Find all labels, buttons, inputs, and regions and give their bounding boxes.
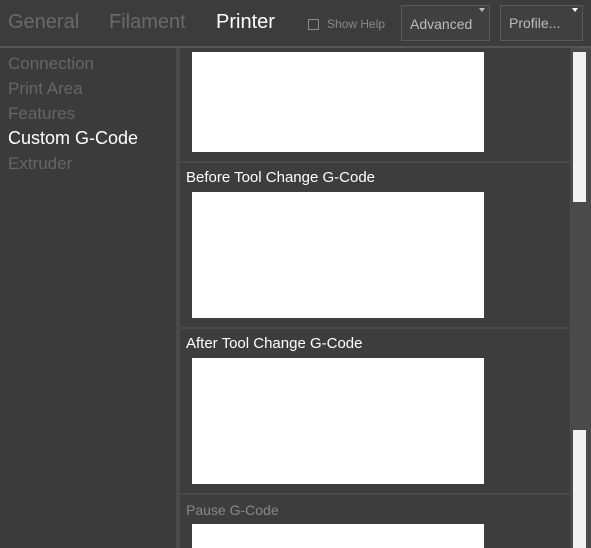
after-tool-change-gcode-textarea[interactable] <box>192 358 484 484</box>
sidebar-item-features[interactable]: Features <box>8 104 75 124</box>
settings-sidebar: Connection Print Area Features Custom G-… <box>0 48 176 548</box>
scrollbar-thumb-lower[interactable] <box>573 430 586 548</box>
before-tool-change-gcode-textarea[interactable] <box>192 192 484 318</box>
show-help-toggle[interactable]: Show Help <box>308 17 385 31</box>
show-help-checkbox[interactable] <box>308 18 319 30</box>
scrollbar-thumb-upper[interactable] <box>573 52 586 202</box>
profile-button-label: Profile... <box>509 15 561 31</box>
advanced-button[interactable]: Advanced <box>401 5 490 41</box>
top-bar: General Filament Printer Show Help Advan… <box>0 0 591 48</box>
pause-gcode-textarea[interactable] <box>192 524 484 548</box>
section-divider <box>180 161 570 163</box>
chevron-down-icon <box>479 8 485 12</box>
sidebar-item-connection[interactable]: Connection <box>8 54 94 74</box>
advanced-button-label: Advanced <box>410 16 473 32</box>
sidebar-item-extruder[interactable]: Extruder <box>8 154 72 174</box>
custom-gcode-panel: Before Tool Change G-Code After Tool Cha… <box>180 48 570 548</box>
show-help-label: Show Help <box>327 17 386 31</box>
tab-general[interactable]: General <box>8 11 79 34</box>
sidebar-item-print-area[interactable]: Print Area <box>8 79 83 99</box>
chevron-down-icon <box>572 8 578 12</box>
section-divider <box>180 327 570 329</box>
section-label-before-tool-change: Before Tool Change G-Code <box>186 169 376 186</box>
profile-button[interactable]: Profile... <box>500 5 583 41</box>
sidebar-item-custom-gcode[interactable]: Custom G-Code <box>8 128 138 149</box>
tab-filament[interactable]: Filament <box>109 11 186 34</box>
previous-gcode-textarea[interactable] <box>192 52 484 152</box>
section-label-pause: Pause G-Code <box>186 502 279 518</box>
tab-printer[interactable]: Printer <box>216 11 275 34</box>
section-divider <box>180 493 570 495</box>
section-label-after-tool-change: After Tool Change G-Code <box>186 335 363 352</box>
